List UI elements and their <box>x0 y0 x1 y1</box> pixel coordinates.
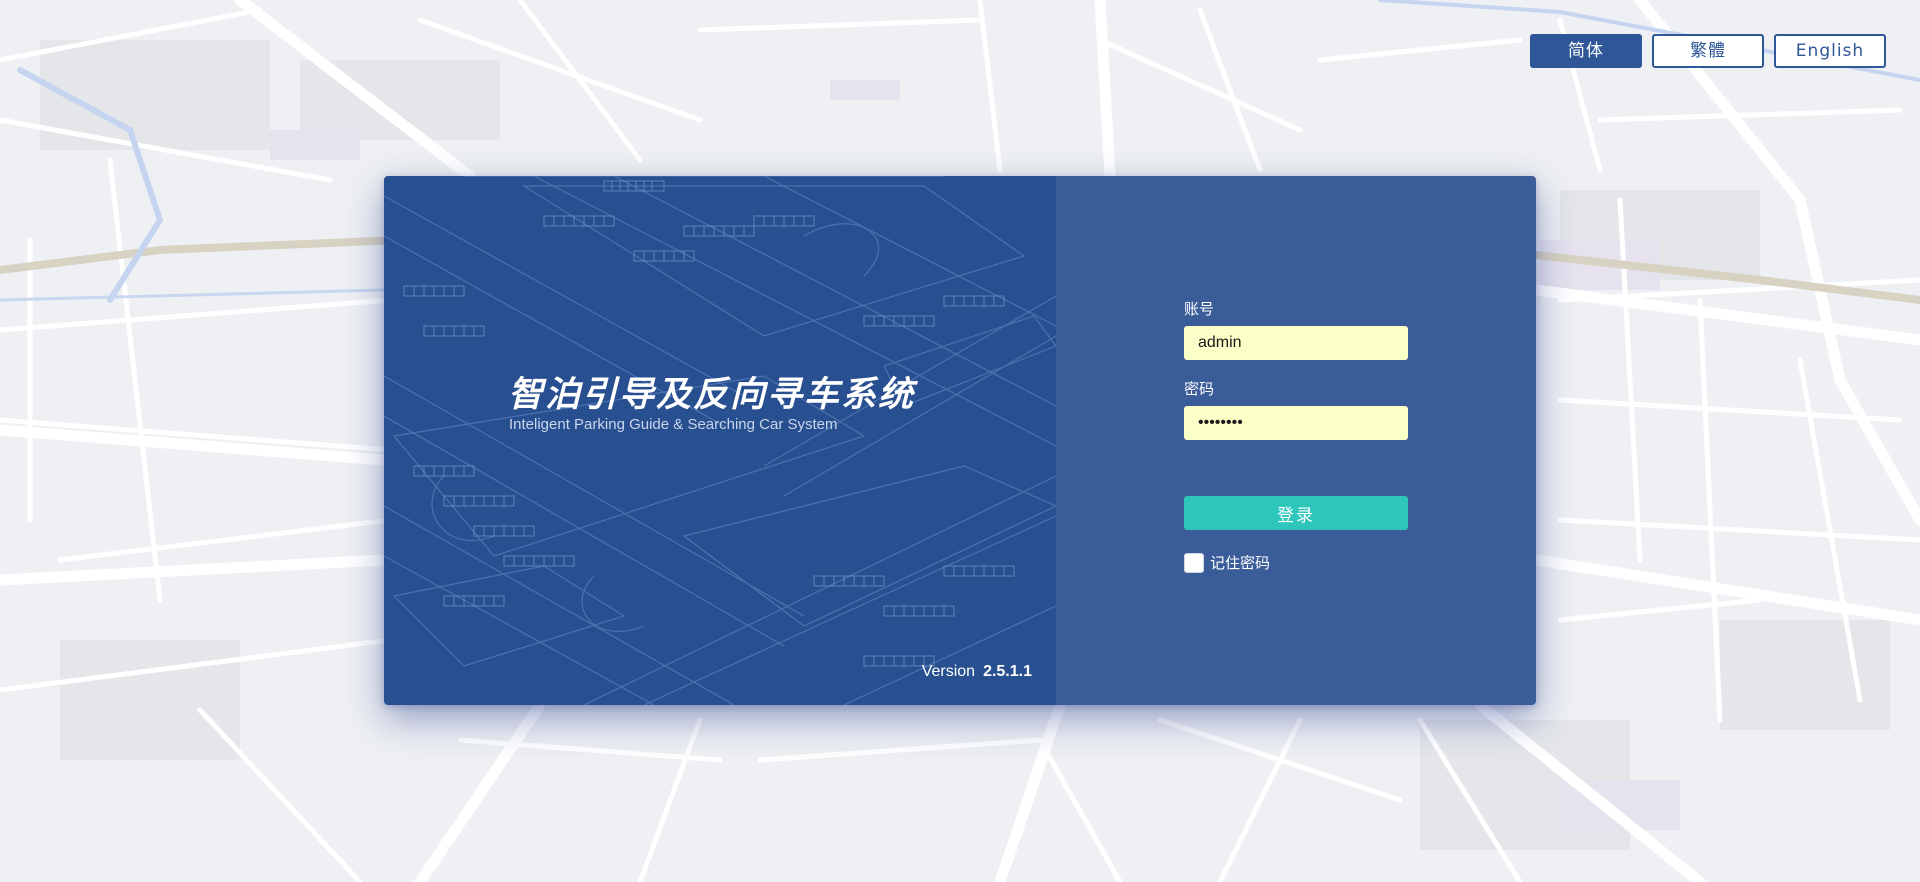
login-form-panel: 账号 密码 登录 记住密码 <box>1056 176 1536 705</box>
version-number: 2.5.1.1 <box>983 663 1032 680</box>
version-label: Version <box>921 663 976 680</box>
product-title: 智泊引导及反向寻车系统 <box>508 375 916 415</box>
login-button[interactable]: 登录 <box>1184 496 1408 530</box>
lang-english-button[interactable]: English <box>1774 34 1886 68</box>
login-card: 智泊引导及反向寻车系统 Inteligent Parking Guide & S… <box>384 176 1536 705</box>
account-label: 账号 <box>1184 300 1215 318</box>
parking-blueprint-illustration <box>384 176 1056 705</box>
product-subtitle: Inteligent Parking Guide & Searching Car… <box>509 416 838 433</box>
password-label: 密码 <box>1184 380 1215 398</box>
remember-password-row: 记住密码 <box>1184 552 1408 573</box>
remember-password-label[interactable]: 记住密码 <box>1210 552 1270 573</box>
password-input[interactable] <box>1184 406 1408 440</box>
lang-traditional-chinese-button[interactable]: 繁體 <box>1652 34 1764 68</box>
version-info: Version 2.5.1.1 <box>922 663 1032 681</box>
remember-password-checkbox[interactable] <box>1184 552 1204 573</box>
login-form: 账号 密码 登录 记住密码 <box>1184 298 1408 573</box>
lang-simplified-chinese-button[interactable]: 简体 <box>1530 34 1642 68</box>
account-input[interactable] <box>1184 326 1408 360</box>
language-switcher: 简体 繁體 English <box>1530 34 1886 68</box>
branding-panel: 智泊引导及反向寻车系统 Inteligent Parking Guide & S… <box>384 176 1056 705</box>
